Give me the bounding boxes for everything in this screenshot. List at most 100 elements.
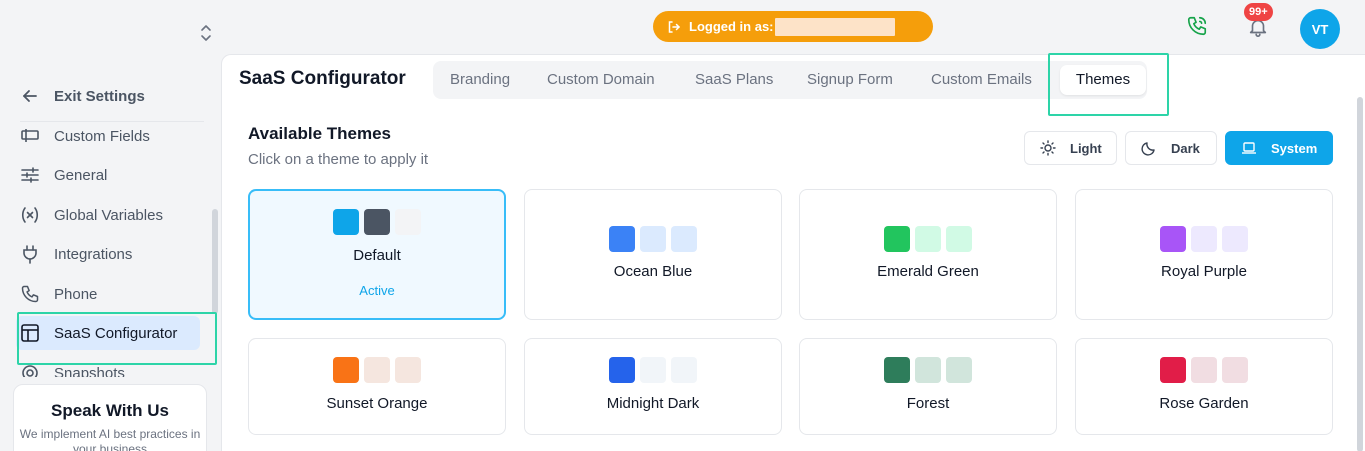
sidebar-item-label: Integrations xyxy=(54,245,133,263)
tab-branding[interactable]: Branding xyxy=(450,71,510,88)
redacted-user-email xyxy=(774,17,895,36)
tab-custom-domain[interactable]: Custom Domain xyxy=(547,71,655,88)
system-mode-button[interactable]: System xyxy=(1225,131,1333,165)
logged-in-banner[interactable]: Logged in as: xyxy=(653,11,933,42)
swatch xyxy=(609,226,635,252)
theme-name: Midnight Dark xyxy=(606,395,700,412)
sidebar-item-label: Custom Fields xyxy=(54,127,150,145)
avatar[interactable]: VT xyxy=(1300,9,1340,49)
swatch xyxy=(395,209,421,235)
theme-card-royal-purple[interactable]: Royal Purple xyxy=(1075,189,1333,320)
sidebar-item-label: General xyxy=(54,166,108,184)
theme-name: Emerald Green xyxy=(877,263,979,280)
sidebar-item-custom-fields[interactable]: Custom Fields xyxy=(16,122,200,153)
swatch xyxy=(915,226,941,252)
swatch-row xyxy=(525,357,781,383)
main-panel: SaaS Configurator Branding Custom Domain… xyxy=(221,53,1365,451)
tab-bar: Branding Custom Domain SaaS Plans Signup… xyxy=(433,61,1147,99)
swatch xyxy=(640,357,666,383)
swatch xyxy=(671,357,697,383)
swatch xyxy=(884,357,910,383)
theme-name: Rose Garden xyxy=(1159,395,1249,412)
swatch xyxy=(671,226,697,252)
theme-active-label: Active xyxy=(359,283,395,298)
logout-icon xyxy=(668,20,681,33)
phone-call-icon[interactable] xyxy=(1186,15,1208,37)
snapshot-icon xyxy=(20,363,40,377)
swatch xyxy=(1191,357,1217,383)
dark-mode-button[interactable]: Dark xyxy=(1125,131,1217,165)
swatch xyxy=(915,357,941,383)
swatch-row xyxy=(250,209,504,235)
swatch xyxy=(1222,226,1248,252)
theme-card-sunset-orange[interactable]: Sunset Orange xyxy=(248,338,506,435)
light-mode-button[interactable]: Light xyxy=(1024,131,1117,165)
swatch xyxy=(884,226,910,252)
theme-card-rose-garden[interactable]: Rose Garden xyxy=(1075,338,1333,435)
sidebar-item-label: Global Variables xyxy=(54,206,163,224)
theme-card-ocean-blue[interactable]: Ocean Blue xyxy=(524,189,782,320)
logged-in-label: Logged in as: xyxy=(689,19,774,34)
swatch xyxy=(364,357,390,383)
sidebar-item-general[interactable]: General xyxy=(16,158,200,192)
swatch-row xyxy=(249,357,505,383)
tab-signup-form[interactable]: Signup Form xyxy=(807,71,893,88)
swatch xyxy=(1222,357,1248,383)
theme-name: Forest xyxy=(906,395,950,412)
swatch xyxy=(640,226,666,252)
tab-saas-plans[interactable]: SaaS Plans xyxy=(695,71,773,88)
highlight-box-saas-configurator xyxy=(17,312,217,365)
chevron-up-down-icon[interactable] xyxy=(199,24,213,42)
plug-icon xyxy=(20,244,40,264)
top-bar: Logged in as: 99+ VT xyxy=(0,0,1365,54)
sidebar-item-phone[interactable]: Phone xyxy=(16,277,200,311)
section-title: Available Themes xyxy=(248,124,391,143)
swatch-row xyxy=(525,226,781,252)
swatch xyxy=(395,357,421,383)
mode-label: Light xyxy=(1070,140,1102,156)
swatch xyxy=(1160,226,1186,252)
swatch xyxy=(364,209,390,235)
promo-text: We implement AI best practices in your b… xyxy=(19,427,201,451)
swatch-row xyxy=(800,226,1056,252)
sidebar-item-label: Phone xyxy=(54,285,98,303)
swatch-row xyxy=(1076,357,1332,383)
tab-custom-emails[interactable]: Custom Emails xyxy=(931,71,1032,88)
mode-label: Dark xyxy=(1171,140,1200,156)
theme-card-emerald-green[interactable]: Emerald Green xyxy=(799,189,1057,320)
swatch xyxy=(1191,226,1217,252)
custom-fields-icon xyxy=(20,126,40,146)
swatch xyxy=(333,209,359,235)
swatch xyxy=(946,357,972,383)
sun-icon xyxy=(1040,140,1056,156)
moon-icon xyxy=(1141,142,1155,156)
swatch-row xyxy=(800,357,1056,383)
swatch xyxy=(946,226,972,252)
swatch-row xyxy=(1076,226,1332,252)
settings-sidebar: Exit Settings Custom Fields General Glob… xyxy=(0,54,220,451)
sidebar-scrollbar[interactable] xyxy=(212,209,218,314)
promo-title: Speak With Us xyxy=(51,401,169,420)
swatch xyxy=(333,357,359,383)
mode-label: System xyxy=(1271,140,1318,156)
page-title: SaaS Configurator xyxy=(239,68,406,89)
arrow-left-icon xyxy=(23,90,37,102)
exit-settings-button[interactable]: Exit Settings xyxy=(20,86,145,106)
main-scrollbar[interactable] xyxy=(1357,97,1363,451)
variable-icon xyxy=(20,205,40,225)
highlight-box-themes-tab xyxy=(1048,53,1169,116)
theme-card-midnight-dark[interactable]: Midnight Dark xyxy=(524,338,782,435)
swatch xyxy=(609,357,635,383)
exit-settings-label: Exit Settings xyxy=(54,87,145,105)
laptop-icon xyxy=(1242,142,1256,154)
sidebar-item-global-variables[interactable]: Global Variables xyxy=(16,198,200,232)
section-subtitle: Click on a theme to apply it xyxy=(248,151,429,168)
sidebar-item-label: Snapshots xyxy=(54,364,125,378)
theme-card-forest[interactable]: Forest xyxy=(799,338,1057,435)
sidebar-item-integrations[interactable]: Integrations xyxy=(16,237,200,271)
theme-card-default[interactable]: Default Active xyxy=(248,189,506,320)
speak-with-us-card[interactable]: Speak With Us We implement AI best pract… xyxy=(13,384,207,451)
swatch xyxy=(1160,357,1186,383)
theme-name: Sunset Orange xyxy=(326,395,428,412)
notification-badge: 99+ xyxy=(1244,3,1273,21)
